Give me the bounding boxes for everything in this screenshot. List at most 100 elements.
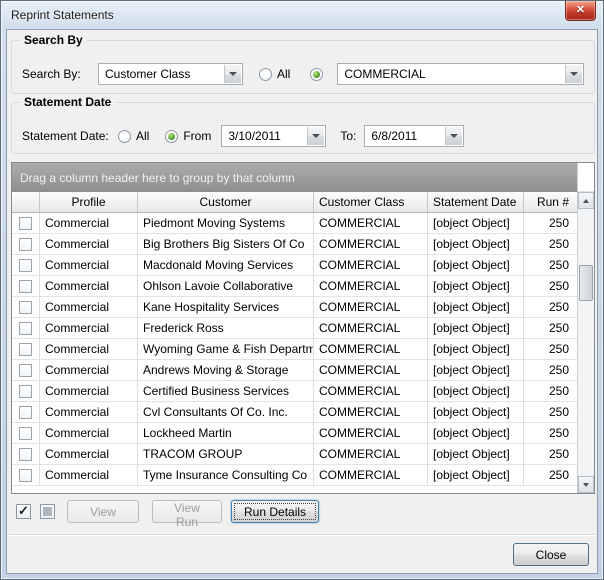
chevron-down-icon[interactable] <box>445 127 462 145</box>
cell-customer: Certified Business Services <box>138 381 314 401</box>
row-checkbox[interactable] <box>19 385 32 398</box>
date-all-radio-label: All <box>136 129 149 143</box>
cell-run: 250 <box>524 234 577 254</box>
row-checkbox[interactable] <box>19 238 32 251</box>
table-row[interactable]: Commercial Macdonald Moving Services COM… <box>12 255 577 276</box>
scrollbar-thumb[interactable] <box>579 265 593 301</box>
search-by-field-label: Search By: <box>22 67 98 81</box>
run-details-button[interactable]: Run Details <box>231 500 319 523</box>
cell-customer: Cvl Consultants Of Co. Inc. <box>138 402 314 422</box>
close-window-button[interactable]: ✕ <box>565 1 596 21</box>
column-header-profile[interactable]: Profile <box>40 192 138 212</box>
cell-statement-date: [object Object] <box>428 360 524 380</box>
scroll-up-button[interactable] <box>578 192 594 209</box>
to-date-dropdown[interactable]: 6/8/2011 <box>364 125 464 147</box>
titlebar: Reprint Statements ✕ <box>1 1 603 29</box>
chevron-down-icon[interactable] <box>565 65 582 83</box>
date-all-radio[interactable]: All <box>118 129 149 143</box>
cell-profile: Commercial <box>40 402 138 422</box>
to-date-value: 6/8/2011 <box>371 129 417 143</box>
row-checkbox[interactable] <box>19 406 32 419</box>
cell-statement-date: [object Object] <box>428 402 524 422</box>
table-row[interactable]: Commercial Frederick Ross COMMERCIAL [ob… <box>12 318 577 339</box>
chevron-down-icon[interactable] <box>307 127 324 145</box>
row-checkbox[interactable] <box>19 364 32 377</box>
cell-run: 250 <box>524 423 577 443</box>
to-label: To: <box>340 129 356 143</box>
vertical-scrollbar[interactable] <box>577 163 594 493</box>
row-checkbox[interactable] <box>19 301 32 314</box>
cell-run: 250 <box>524 360 577 380</box>
cell-customer: Frederick Ross <box>138 318 314 338</box>
scrollbar-track[interactable] <box>578 209 594 476</box>
cell-customer-class: COMMERCIAL <box>314 402 428 422</box>
row-checkbox[interactable] <box>19 259 32 272</box>
cell-customer-class: COMMERCIAL <box>314 423 428 443</box>
table-row[interactable]: Commercial Cvl Consultants Of Co. Inc. C… <box>12 402 577 423</box>
select-all-checkbox[interactable]: ✓ <box>16 504 31 519</box>
table-row[interactable]: Commercial TRACOM GROUP COMMERCIAL [obje… <box>12 444 577 465</box>
search-value-dropdown[interactable]: COMMERCIAL <box>337 63 584 85</box>
cell-customer-class: COMMERCIAL <box>314 297 428 317</box>
view-run-button[interactable]: View Run <box>152 500 222 523</box>
cell-customer-class: COMMERCIAL <box>314 234 428 254</box>
deselect-all-checkbox[interactable] <box>40 504 55 519</box>
table-row[interactable]: Commercial Lockheed Martin COMMERCIAL [o… <box>12 423 577 444</box>
row-checkbox[interactable] <box>19 343 32 356</box>
radio-selected-icon <box>165 130 178 143</box>
cell-customer-class: COMMERCIAL <box>314 318 428 338</box>
statement-date-group: Statement Date Statement Date: All From … <box>11 102 595 154</box>
search-all-radio[interactable]: All <box>259 67 290 81</box>
search-by-mode-dropdown[interactable]: Customer Class <box>98 63 243 85</box>
column-header-statement-date[interactable]: Statement Date <box>428 192 524 212</box>
radio-selected-icon <box>310 68 323 81</box>
group-by-panel[interactable]: Drag a column header here to group by th… <box>12 163 577 192</box>
row-checkbox[interactable] <box>19 448 32 461</box>
cell-statement-date: [object Object] <box>428 318 524 338</box>
row-checkbox[interactable] <box>19 322 32 335</box>
dialog-client-area: Search By Search By: Customer Class All … <box>6 29 598 574</box>
table-row[interactable]: Commercial Kane Hospitality Services COM… <box>12 297 577 318</box>
cell-customer: Macdonald Moving Services <box>138 255 314 275</box>
close-button[interactable]: Close <box>513 543 589 566</box>
radio-unselected-icon <box>259 68 272 81</box>
cell-profile: Commercial <box>40 255 138 275</box>
search-specific-radio[interactable] <box>310 68 323 81</box>
search-all-radio-label: All <box>277 67 290 81</box>
scroll-down-button[interactable] <box>578 476 594 493</box>
group-by-hint: Drag a column header here to group by th… <box>20 171 295 185</box>
row-checkbox[interactable] <box>19 427 32 440</box>
cell-statement-date: [object Object] <box>428 444 524 464</box>
table-row[interactable]: Commercial Big Brothers Big Sisters Of C… <box>12 234 577 255</box>
cell-statement-date: [object Object] <box>428 234 524 254</box>
row-checkbox[interactable] <box>19 280 32 293</box>
date-from-radio[interactable]: From <box>165 129 211 143</box>
cell-profile: Commercial <box>40 465 138 485</box>
column-header-customer-class[interactable]: Customer Class <box>314 192 428 212</box>
footer-separator <box>9 534 595 536</box>
table-row[interactable]: Commercial Piedmont Moving Systems COMME… <box>12 213 577 234</box>
view-button[interactable]: View <box>67 500 139 523</box>
table-row[interactable]: Commercial Andrews Moving & Storage COMM… <box>12 360 577 381</box>
cell-customer: Piedmont Moving Systems <box>138 213 314 233</box>
cell-profile: Commercial <box>40 213 138 233</box>
table-row[interactable]: Commercial Wyoming Game & Fish Departm C… <box>12 339 577 360</box>
row-checkbox[interactable] <box>19 217 32 230</box>
column-header-run[interactable]: Run # <box>524 192 577 212</box>
cell-profile: Commercial <box>40 360 138 380</box>
cell-statement-date: [object Object] <box>428 339 524 359</box>
from-date-dropdown[interactable]: 3/10/2011 <box>221 125 326 147</box>
row-checkbox[interactable] <box>19 469 32 482</box>
cell-profile: Commercial <box>40 423 138 443</box>
table-row[interactable]: Commercial Certified Business Services C… <box>12 381 577 402</box>
table-row[interactable]: Commercial Tyme Insurance Consulting Co … <box>12 465 577 486</box>
column-header-customer[interactable]: Customer <box>138 192 314 212</box>
radio-unselected-icon <box>118 130 131 143</box>
cell-statement-date: [object Object] <box>428 255 524 275</box>
chevron-down-icon[interactable] <box>224 65 241 83</box>
table-row[interactable]: Commercial Ohlson Lavoie Collaborative C… <box>12 276 577 297</box>
cell-profile: Commercial <box>40 339 138 359</box>
cell-run: 250 <box>524 381 577 401</box>
grid-body: Commercial Piedmont Moving Systems COMME… <box>12 213 577 493</box>
cell-run: 250 <box>524 255 577 275</box>
